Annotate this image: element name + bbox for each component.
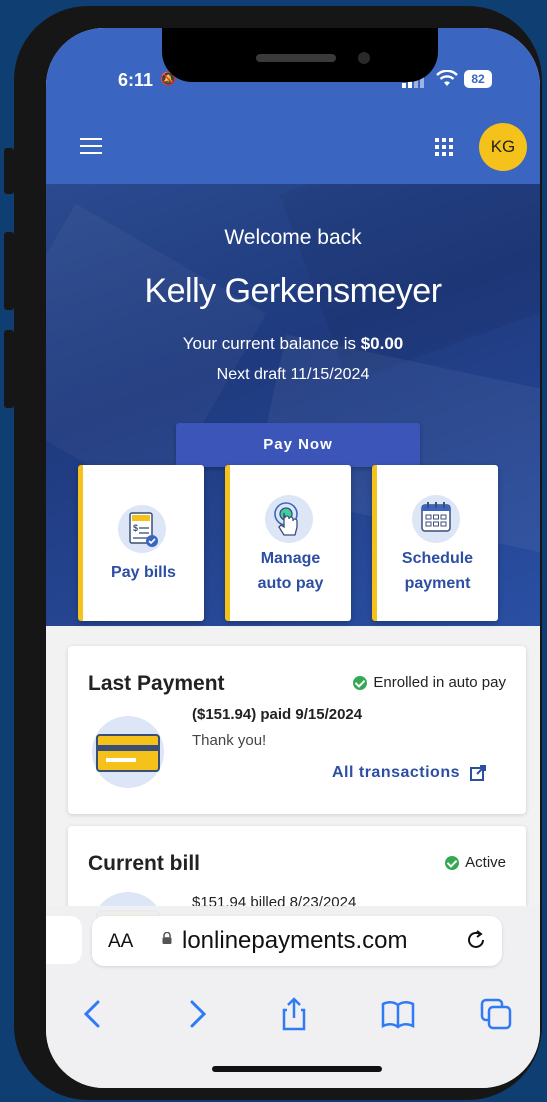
card-title: Current bill [88,852,201,875]
screen: 6:11 🔕 82 KG Welcome back Kelly Gerkensm… [46,28,540,1088]
tile-label-line1: Schedule [401,550,474,567]
tap-icon [265,495,313,543]
status-text: Active [465,854,506,871]
volume-down-button [4,330,14,408]
url-text: lonlinepayments.com [182,927,408,954]
tile-label-line1: Manage [260,550,321,567]
check-circle-icon [445,855,460,870]
speaker [256,54,336,62]
tile-label-line2: payment [404,575,471,592]
bookmarks-icon[interactable] [380,996,416,1032]
all-transactions-link[interactable]: All transactions [332,764,486,782]
mute-switch [4,148,14,194]
balance-prefix: Your current balance is [182,334,361,353]
tile-label: Pay bills [111,564,176,581]
wifi-icon [436,70,458,86]
payment-note: Thank you! [192,732,267,749]
next-draft-text: Next draft 11/15/2024 [216,366,370,383]
balance-text: Your current balance is $0.00 [46,334,540,354]
volume-up-button [4,232,14,310]
home-indicator[interactable] [212,1066,382,1072]
menu-icon[interactable] [80,138,102,154]
user-name: Kelly Gerkensmeyer [144,272,442,310]
previous-tab-preview[interactable] [46,916,82,964]
welcome-text: Welcome back [224,226,362,249]
apps-grid-icon[interactable] [435,138,453,156]
pay-bills-tile[interactable]: $ Pay bills [78,465,204,621]
external-link-icon [470,765,486,781]
status-badge: Enrolled in auto pay [353,674,506,691]
avatar[interactable]: KG [479,123,527,171]
notch [162,28,438,82]
reader-settings-button[interactable]: AA [108,931,133,953]
status-badge: Active [445,854,506,871]
status-time: 6:11 [118,70,154,90]
check-circle-icon [353,675,368,690]
card-title: Last Payment [88,672,225,695]
forward-icon[interactable] [178,996,214,1032]
svg-text:$: $ [133,523,138,533]
battery-indicator: 82 [464,70,492,88]
address-bar[interactable]: AA lonlinepayments.com [92,916,502,966]
share-icon[interactable] [276,996,312,1032]
tile-label-line2: auto pay [257,575,324,592]
last-payment-card: Last Payment Enrolled in auto pay ($151.… [68,646,526,814]
front-camera [358,52,370,64]
balance-amount: $0.00 [360,334,404,353]
browser-toolbar: AA lonlinepayments.com [46,906,540,1088]
status-text: Enrolled in auto pay [373,674,506,691]
schedule-payment-tile[interactable]: Schedule payment [372,465,498,621]
bill-icon: $ [118,505,166,553]
back-icon[interactable] [76,996,112,1032]
calendar-icon [412,495,460,543]
lock-icon [162,932,172,944]
reload-icon[interactable] [464,928,488,952]
phone-frame: 6:11 🔕 82 KG Welcome back Kelly Gerkensm… [14,6,542,1100]
credit-card-icon [92,716,164,788]
link-label: All transactions [331,764,460,781]
payment-amount: ($151.94) paid 9/15/2024 [192,706,363,723]
tabs-icon[interactable] [478,996,514,1032]
pay-now-button[interactable]: Pay Now [176,423,420,467]
app-bar: KG [46,108,540,184]
manage-auto-pay-tile[interactable]: Manage auto pay [225,465,351,621]
